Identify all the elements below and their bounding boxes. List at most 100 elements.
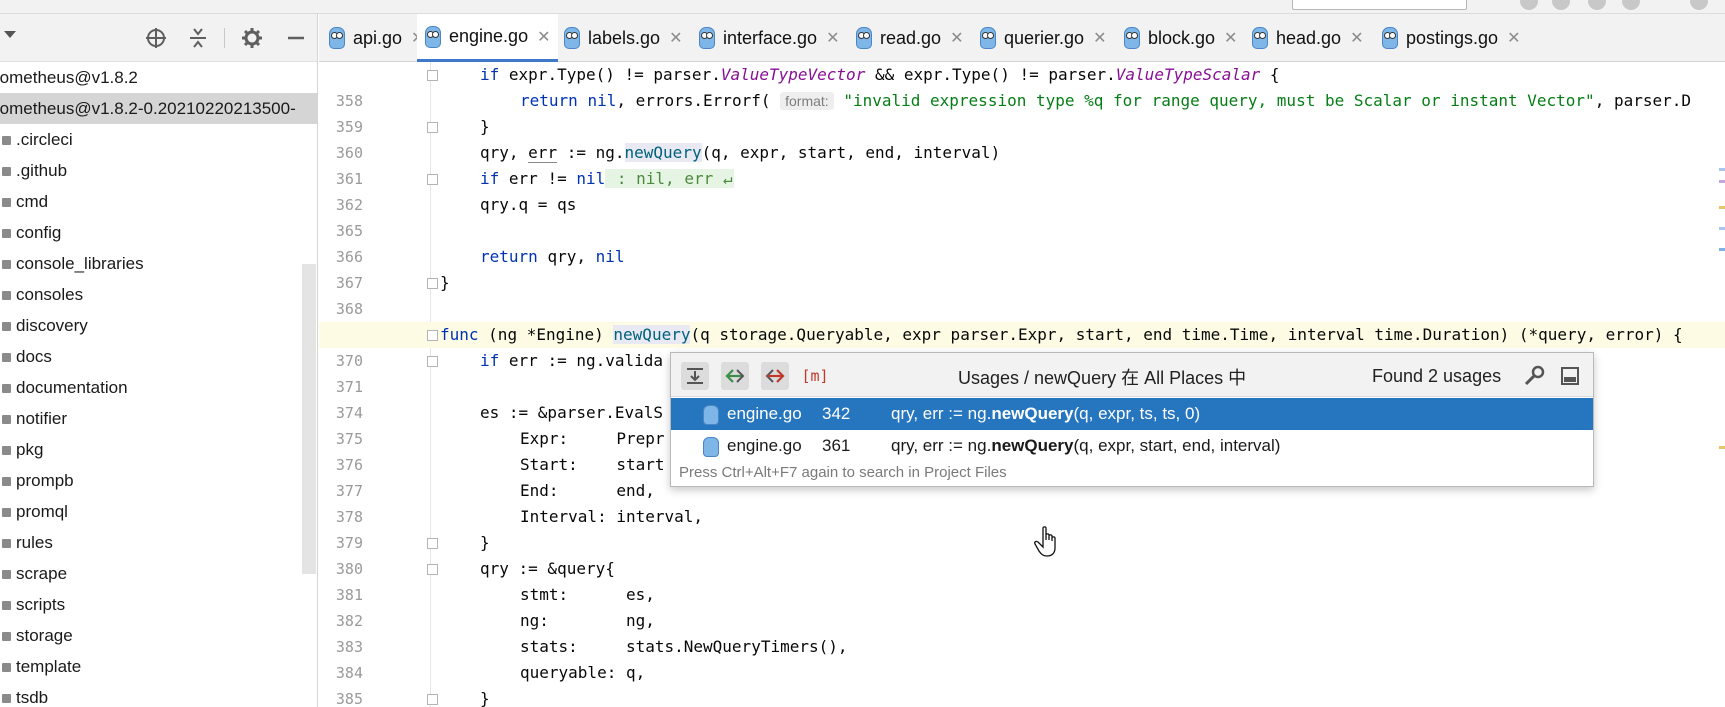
- code-line-385[interactable]: 385 queryable: q,: [319, 660, 1725, 707]
- sidebar-item[interactable]: storage: [0, 620, 317, 651]
- close-icon[interactable]: ✕: [1350, 28, 1363, 48]
- close-icon[interactable]: ✕: [1224, 28, 1237, 48]
- sidebar-item[interactable]: rometheus@v1.8.2-0.20210220213500-: [0, 93, 317, 124]
- sidebar-item[interactable]: template: [0, 651, 317, 682]
- folded-region[interactable]: : nil, err ↵: [605, 169, 735, 188]
- code-line-369[interactable]: 369: [319, 296, 1725, 344]
- code-line-382[interactable]: 382 stmt: es,: [319, 582, 1725, 630]
- fold-marker-icon[interactable]: [427, 174, 438, 185]
- usage-row[interactable]: engine.go 342 qry, err := ng.newQuery(q,…: [671, 398, 1593, 430]
- code-line-358[interactable]: 358 if expr.Type() != parser.ValueTypeVe…: [319, 62, 1725, 110]
- previous-occurrence-icon[interactable]: [721, 362, 749, 390]
- close-icon[interactable]: ✕: [950, 28, 963, 48]
- editor-tab[interactable]: postings.go ✕: [1374, 14, 1528, 62]
- fold-marker-icon[interactable]: [427, 278, 438, 289]
- sidebar-item[interactable]: config: [0, 217, 317, 248]
- close-icon[interactable]: ✕: [669, 28, 682, 48]
- usage-row[interactable]: engine.go 361 qry, err := ng.newQuery(q,…: [671, 430, 1593, 462]
- editor-tab[interactable]: engine.go ✕: [417, 14, 559, 62]
- sidebar-item[interactable]: .circleci: [0, 124, 317, 155]
- go-file-icon: [329, 27, 345, 49]
- sidebar-item[interactable]: .github: [0, 155, 317, 186]
- sidebar-item[interactable]: consoles: [0, 279, 317, 310]
- fold-marker-icon[interactable]: [427, 694, 438, 705]
- close-icon[interactable]: ✕: [537, 27, 550, 47]
- sidebar-item[interactable]: scrape: [0, 558, 317, 589]
- editor-tab[interactable]: labels.go ✕: [556, 14, 690, 62]
- editor-tab[interactable]: head.go ✕: [1244, 14, 1371, 62]
- wrench-icon[interactable]: [1523, 365, 1545, 387]
- code-line-365[interactable]: 365 qry.q = qs: [319, 192, 1725, 240]
- next-occurrence-icon[interactable]: [761, 362, 789, 390]
- stripe-marker[interactable]: [1719, 168, 1725, 171]
- expand-all-icon[interactable]: [681, 362, 709, 390]
- code-line-360[interactable]: 360 }: [319, 114, 1725, 162]
- stop-icon[interactable]: [1622, 0, 1640, 10]
- close-icon[interactable]: ✕: [1507, 28, 1520, 48]
- sidebar-item[interactable]: discovery: [0, 310, 317, 341]
- sidebar-item[interactable]: pkg: [0, 434, 317, 465]
- sidebar-item[interactable]: scripts: [0, 589, 317, 620]
- code-line-381[interactable]: 381 qry := &query{: [319, 556, 1725, 604]
- code-line-361[interactable]: 361 qry, err := ng.newQuery(q, expr, sta…: [319, 140, 1725, 188]
- collapse-all-icon[interactable]: [186, 26, 210, 50]
- editor-tab[interactable]: api.go✕: [321, 14, 432, 62]
- gear-icon[interactable]: [240, 26, 264, 50]
- code-line-380[interactable]: 380 }: [319, 530, 1725, 578]
- minimize-icon[interactable]: [284, 26, 308, 50]
- sidebar-item[interactable]: rules: [0, 527, 317, 558]
- code-line-359[interactable]: 359 return nil, errors.Errorf( format: "…: [319, 88, 1725, 136]
- pin-window-icon[interactable]: [1559, 365, 1581, 387]
- sidebar-item-label: consoles: [16, 285, 84, 304]
- fold-marker-icon[interactable]: [427, 564, 438, 575]
- stripe-marker[interactable]: [1719, 446, 1725, 449]
- run-config-selector[interactable]: [1292, 0, 1467, 10]
- stripe-marker[interactable]: [1719, 180, 1725, 183]
- method-filter-icon[interactable]: [m]: [801, 362, 829, 390]
- run-icon[interactable]: [1520, 0, 1538, 10]
- folder-icon: [2, 570, 11, 579]
- editor-tab[interactable]: interface.go ✕: [691, 14, 847, 62]
- stripe-marker[interactable]: [1719, 248, 1725, 251]
- sidebar-item[interactable]: docs: [0, 341, 317, 372]
- code-line-366[interactable]: 366: [319, 218, 1725, 266]
- sidebar-item[interactable]: console_libraries: [0, 248, 317, 279]
- code-token: newQuery: [613, 325, 691, 344]
- code-line-370[interactable]: 370 func (ng *Engine) newQuery(q storage…: [319, 322, 1725, 370]
- code-line-386[interactable]: 386 }: [319, 686, 1725, 707]
- editor-tab[interactable]: block.go ✕: [1116, 14, 1245, 62]
- fold-marker-icon[interactable]: [427, 538, 438, 549]
- stripe-marker[interactable]: [1719, 206, 1725, 209]
- parameter-hint: format:: [780, 92, 834, 110]
- locate-file-icon[interactable]: [144, 26, 168, 50]
- coverage-icon[interactable]: [1588, 0, 1606, 10]
- stripe-marker[interactable]: [1719, 227, 1725, 230]
- debug-icon[interactable]: [1552, 0, 1570, 10]
- close-icon[interactable]: ✕: [1093, 28, 1106, 48]
- sidebar-item[interactable]: documentation: [0, 372, 317, 403]
- sidebar-item[interactable]: tsdb: [0, 682, 317, 707]
- sidebar-item[interactable]: notifier: [0, 403, 317, 434]
- sidebar-item[interactable]: rometheus@v1.8.2: [0, 62, 317, 93]
- code-line-367[interactable]: 367 return qry, nil: [319, 244, 1725, 292]
- close-icon[interactable]: ✕: [826, 28, 839, 48]
- project-scrollbar[interactable]: [302, 264, 316, 574]
- fold-marker-icon[interactable]: [427, 122, 438, 133]
- search-everywhere-icon[interactable]: [1690, 0, 1708, 10]
- editor-tab[interactable]: read.go ✕: [848, 14, 971, 62]
- fold-marker-icon[interactable]: [427, 356, 438, 367]
- code-line-383[interactable]: 383 ng: ng,: [319, 608, 1725, 656]
- sidebar-item[interactable]: prompb: [0, 465, 317, 496]
- sidebar-item[interactable]: cmd: [0, 186, 317, 217]
- code-line-384[interactable]: 384 stats: stats.NewQueryTimers(),: [319, 634, 1725, 682]
- editor-tab[interactable]: querier.go ✕: [972, 14, 1114, 62]
- code-line-368[interactable]: 368 }: [319, 270, 1725, 318]
- sidebar-item[interactable]: promql: [0, 496, 317, 527]
- fold-marker-icon[interactable]: [427, 330, 438, 341]
- code-token: if: [480, 351, 509, 370]
- chevron-down-icon[interactable]: [4, 31, 16, 38]
- code-line-362[interactable]: 362 if err != nil : nil, err ↵: [319, 166, 1725, 214]
- sidebar-item-label: rules: [16, 533, 53, 552]
- fold-marker-icon[interactable]: [427, 70, 438, 81]
- code-line-379[interactable]: 379 Interval: interval,: [319, 504, 1725, 552]
